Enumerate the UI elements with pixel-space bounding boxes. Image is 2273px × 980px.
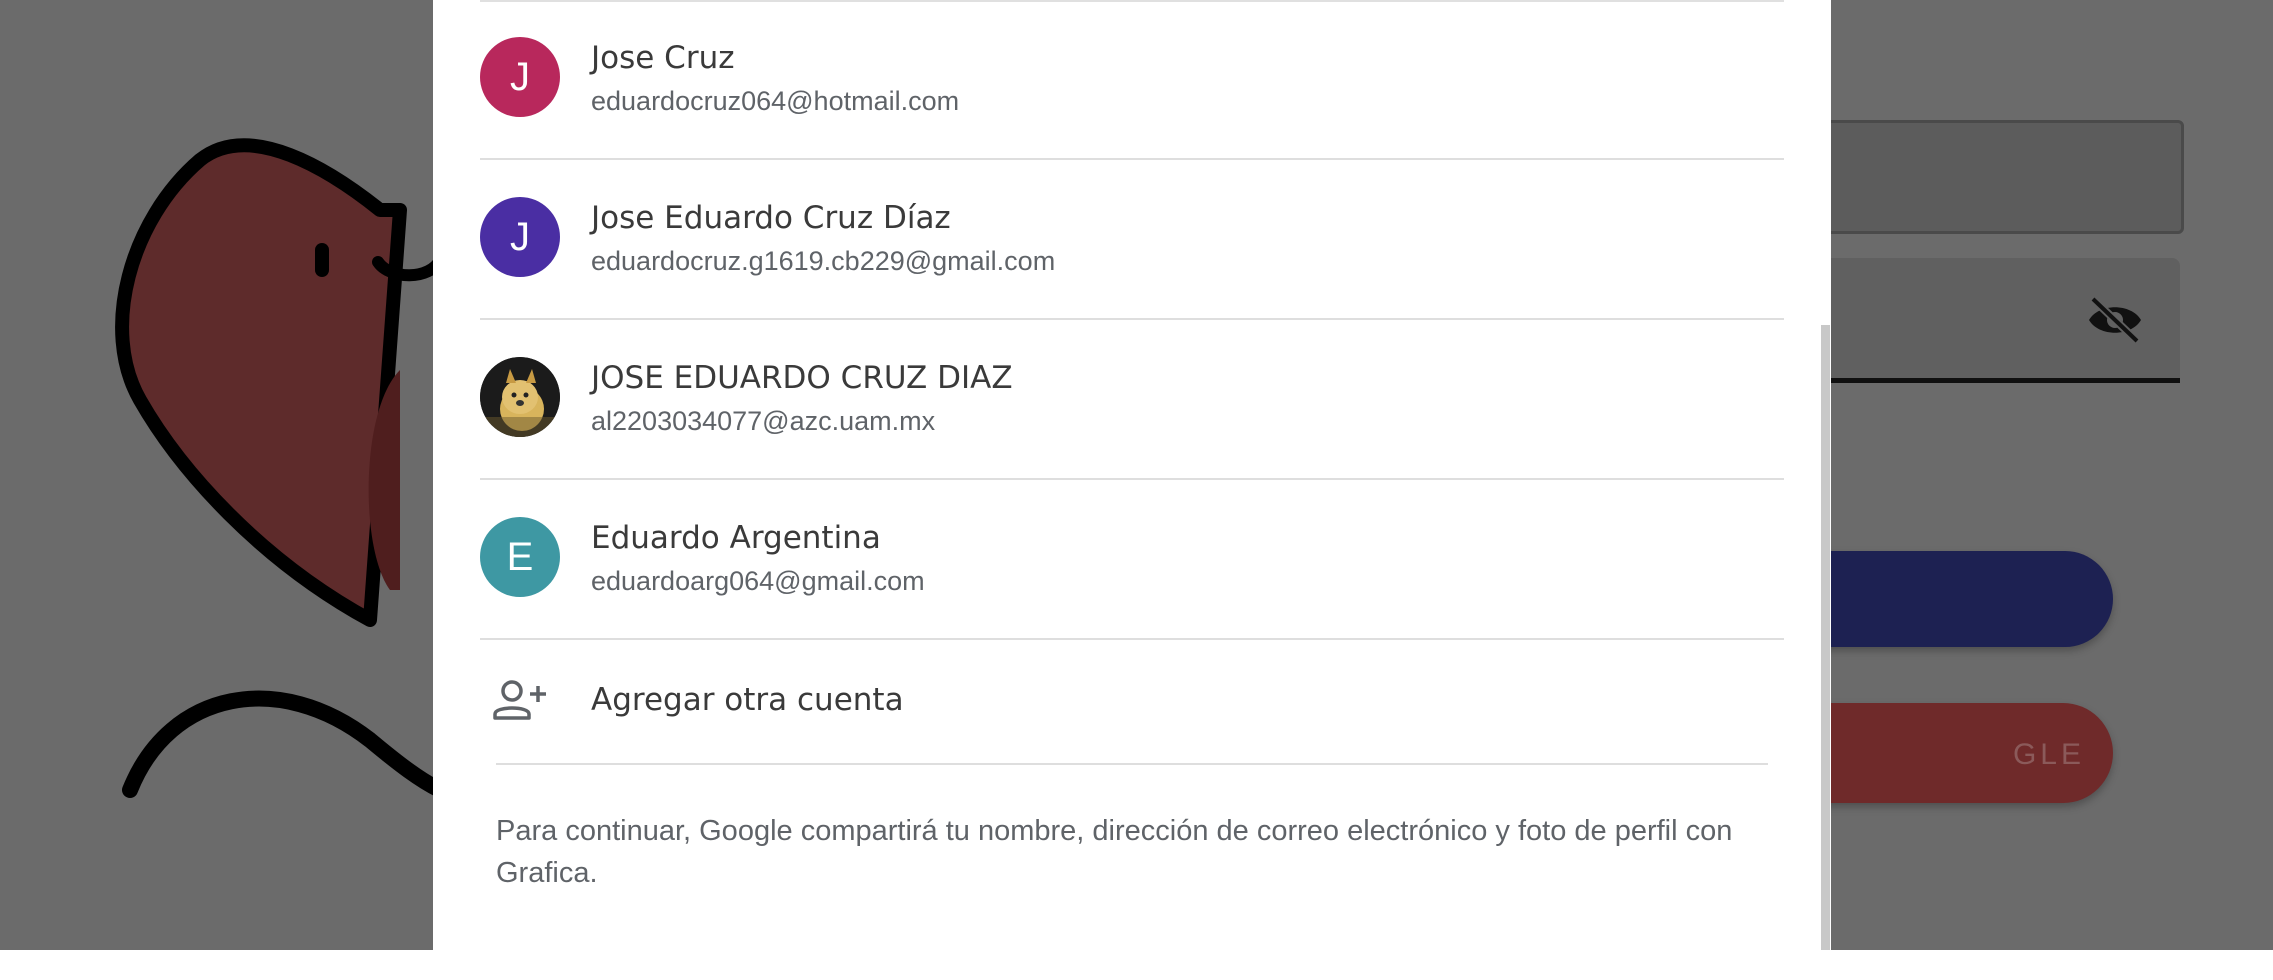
eye-off-icon [2089,296,2141,344]
dialog-scrollbar[interactable] [1821,325,1830,950]
account-row-jose-eduardo-cruz-diaz-uam[interactable]: JOSE EDUARDO CRUZ DIAZ al2203034077@azc.… [480,320,1784,480]
avatar: J [480,37,560,117]
avatar-photo [480,357,560,437]
background-email-field [1800,120,2184,234]
account-name: JOSE EDUARDO CRUZ DIAZ [591,360,1013,396]
account-email: eduardoarg064@gmail.com [591,566,925,596]
avatar: J [480,197,560,277]
account-row-jose-eduardo-cruz-diaz[interactable]: J Jose Eduardo Cruz Díaz eduardocruz.g16… [480,160,1784,320]
consent-text: Para continuar, Google compartirá tu nom… [496,815,1733,889]
account-name: Jose Eduardo Cruz Díaz [591,200,951,236]
add-account-label: Agregar otra cuenta [591,682,904,718]
avatar: E [480,517,560,597]
heart-illustration [115,138,440,798]
person-add-icon [493,680,546,720]
account-email: eduardocruz064@hotmail.com [591,86,960,116]
divider [496,763,1768,765]
account-name: Eduardo Argentina [591,520,881,556]
account-row-eduardo-argentina[interactable]: E Eduardo Argentina eduardoarg064@gmail.… [480,480,1784,640]
dog-photo-icon [480,357,560,437]
account-email: al2203034077@azc.uam.mx [591,406,936,436]
account-row-jose-cruz[interactable]: J Jose Cruz eduardocruz064@hotmail.com [480,0,1784,160]
account-name: Jose Cruz [591,40,735,76]
account-email: eduardocruz.g1619.cb229@gmail.com [591,246,1056,276]
google-button-label: GLE [2012,738,2085,771]
add-account-button[interactable]: Agregar otra cuenta [480,640,1784,760]
